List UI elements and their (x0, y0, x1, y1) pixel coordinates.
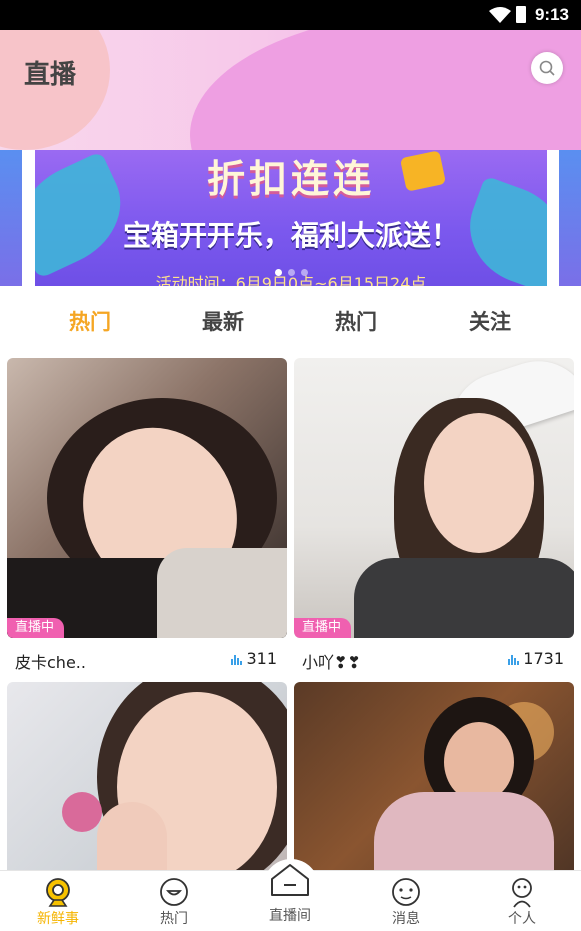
header: 直播 (0, 30, 581, 150)
wifi-icon (489, 7, 511, 23)
tab-latest[interactable]: 最新 (178, 306, 268, 336)
status-time: 9:13 (534, 5, 569, 24)
live-badge: 直播中 (294, 618, 352, 638)
stream-thumbnail: 直播中 (294, 358, 574, 638)
nav-label: 新鲜事 (37, 911, 79, 927)
nav-live-room[interactable]: 直播间 (232, 864, 348, 931)
nav-label: 个人 (508, 911, 536, 927)
live-card[interactable]: 直播中 小吖❣❣ 1731 (294, 358, 574, 672)
stream-thumbnail: 直播中 (7, 358, 287, 638)
camera-icon (46, 878, 70, 907)
live-card[interactable] (7, 682, 287, 870)
viewer-count: 311 (231, 649, 277, 668)
battery-icon (516, 6, 526, 23)
banner-carousel[interactable]: 折扣连连 宝箱开开乐，福利大派送！ 活动时间：6月9日0点~6月15日24点 (0, 150, 581, 286)
live-badge: 直播中 (7, 618, 65, 638)
smile-face-icon (160, 878, 188, 906)
tab-hot-2[interactable]: 热门 (311, 306, 401, 336)
search-button[interactable] (531, 52, 563, 84)
message-face-icon (392, 878, 420, 906)
nav-label: 消息 (392, 911, 420, 927)
nav-profile[interactable]: 个人 (464, 871, 580, 931)
bottom-nav: 新鲜事 热门 直播间 消息 个人 (0, 859, 581, 931)
person-icon (512, 878, 532, 908)
bar-chart-icon (231, 655, 243, 665)
live-room-icon (271, 864, 309, 896)
live-card[interactable] (294, 682, 574, 870)
carousel-dots (35, 261, 547, 280)
banner-slide[interactable]: 折扣连连 宝箱开开乐，福利大派送！ 活动时间：6月9日0点~6月15日24点 (35, 150, 547, 286)
streamer-name: 皮卡che.. (15, 653, 86, 672)
tab-hot[interactable]: 热门 (45, 306, 135, 336)
nav-news[interactable]: 新鲜事 (0, 871, 116, 931)
streamer-name: 小吖❣❣ (302, 653, 361, 672)
nav-messages[interactable]: 消息 (348, 871, 464, 931)
category-tabs: 热门 最新 热门 关注 (0, 286, 581, 356)
nav-hot[interactable]: 热门 (116, 871, 232, 931)
stream-thumbnail (7, 682, 287, 870)
page-title: 直播 (24, 60, 77, 90)
stream-thumbnail (294, 682, 574, 870)
viewer-count: 1731 (508, 649, 564, 668)
banner-subline: 宝箱开开乐，福利大派送！ (122, 219, 459, 252)
tab-follow[interactable]: 关注 (445, 306, 535, 336)
status-bar: 9:13 (0, 0, 581, 30)
live-card[interactable]: 直播中 皮卡che.. 311 (7, 358, 287, 672)
nav-label: 热门 (160, 911, 188, 927)
search-icon (539, 60, 555, 76)
live-grid: 直播中 皮卡che.. 311 直播中 小吖❣❣ 1731 (0, 356, 581, 870)
nav-label: 直播间 (269, 908, 311, 924)
bar-chart-icon (508, 655, 520, 665)
banner-headline: 折扣连连 (206, 157, 375, 201)
